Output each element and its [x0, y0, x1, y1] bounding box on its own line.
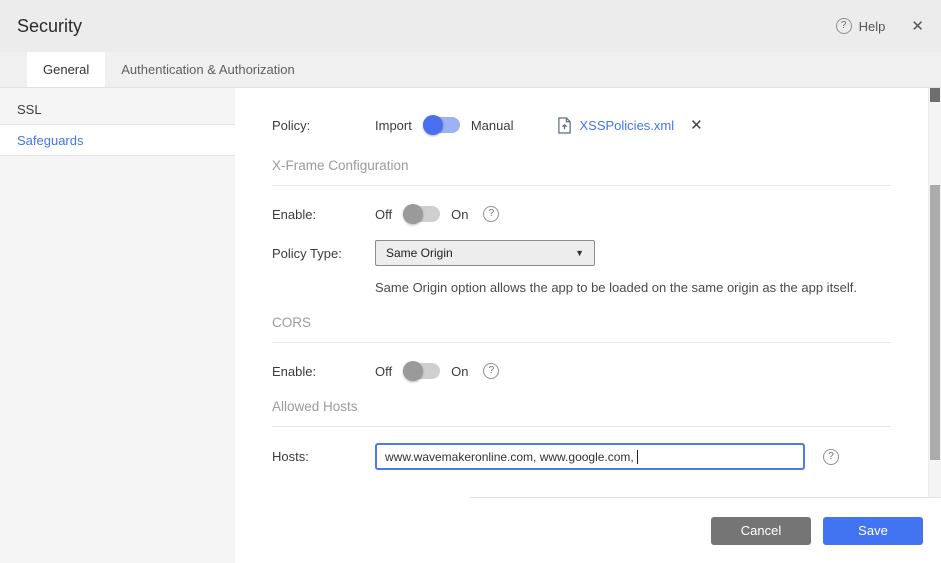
policy-type-row: Policy Type: Same Origin ▼: [272, 240, 891, 266]
policy-mode-toggle-group: Import Manual: [375, 115, 514, 135]
off-label: Off: [375, 363, 393, 379]
save-button[interactable]: Save: [823, 516, 923, 545]
xframe-enable-label: Enable:: [272, 206, 317, 222]
cors-enable-toggle-group: Off On: [375, 361, 469, 381]
xframe-enable-toggle[interactable]: [403, 204, 441, 224]
xframe-enable-row: Enable: Off On ?: [272, 204, 891, 224]
tab-general[interactable]: General: [27, 52, 106, 87]
manual-label: Manual: [470, 117, 514, 133]
on-label: On: [451, 363, 469, 379]
hosts-input[interactable]: www.wavemakeronline.com, www.google.com,: [375, 443, 805, 470]
policy-file-chip: XSSPolicies.xml ✕: [557, 116, 703, 134]
title-bar: Security ? Help ✕: [0, 0, 941, 52]
sidebar: SSL Safeguards: [0, 88, 235, 563]
import-label: Import: [375, 117, 412, 133]
policy-mode-toggle[interactable]: [422, 115, 460, 135]
close-icon[interactable]: ✕: [911, 17, 924, 35]
scrollbar-thumb[interactable]: [930, 88, 940, 102]
policy-type-select[interactable]: Same Origin ▼: [375, 240, 595, 266]
xml-file-icon: [557, 116, 572, 134]
hosts-row: Hosts: www.wavemakeronline.com, www.goog…: [272, 443, 891, 470]
dialog-body: SSL Safeguards Policy: Import Manual XSS…: [0, 88, 941, 563]
off-label: Off: [375, 206, 393, 222]
help-circle-icon: ?: [835, 18, 852, 34]
cors-section-title: CORS: [272, 315, 312, 330]
scroll-content: Policy: Import Manual XSSPolicies.xml ✕ …: [235, 88, 928, 497]
allowed-hosts-section-title: Allowed Hosts: [272, 399, 358, 414]
hosts-help-icon[interactable]: ?: [823, 448, 839, 465]
remove-file-icon[interactable]: ✕: [690, 116, 703, 134]
sidebar-item-ssl[interactable]: SSL: [0, 94, 235, 124]
policy-row: Policy: Import Manual XSSPolicies.xml ✕: [272, 115, 891, 135]
toggle-knob: [403, 361, 424, 381]
section-divider: [272, 185, 891, 186]
cors-enable-toggle[interactable]: [403, 361, 441, 381]
hosts-label: Hosts:: [272, 449, 309, 464]
text-cursor: [637, 449, 639, 464]
section-divider: [272, 426, 891, 427]
xframe-section-title: X-Frame Configuration: [272, 158, 409, 173]
dialog-footer: Cancel Save: [470, 497, 941, 563]
policy-type-description: Same Origin option allows the app to be …: [375, 280, 858, 295]
policy-label: Policy:: [272, 117, 311, 133]
main-panel: Policy: Import Manual XSSPolicies.xml ✕ …: [235, 88, 941, 563]
toggle-knob: [403, 204, 424, 224]
hosts-input-value: www.wavemakeronline.com, www.google.com,: [385, 449, 638, 464]
help-label: Help: [858, 18, 886, 34]
cors-enable-row: Enable: Off On ?: [272, 361, 891, 381]
on-label: On: [451, 206, 469, 222]
cors-enable-label: Enable:: [272, 363, 317, 379]
policy-file-link[interactable]: XSSPolicies.xml: [579, 118, 674, 133]
tab-authentication-authorization[interactable]: Authentication & Authorization: [105, 52, 310, 87]
vertical-scrollbar[interactable]: [928, 88, 941, 497]
chevron-down-icon: ▼: [575, 248, 584, 258]
titlebar-actions: ? Help ✕: [835, 17, 924, 35]
tab-bar: General Authentication & Authorization: [0, 52, 941, 88]
toggle-knob: [422, 115, 443, 135]
cancel-button[interactable]: Cancel: [711, 516, 811, 545]
cors-enable-help-icon[interactable]: ?: [483, 363, 500, 379]
xframe-enable-toggle-group: Off On: [375, 204, 469, 224]
scrollbar-thumb[interactable]: [930, 185, 940, 460]
xframe-enable-help-icon[interactable]: ?: [483, 206, 500, 222]
help-button[interactable]: ? Help: [835, 18, 886, 34]
policy-type-label: Policy Type:: [272, 245, 342, 261]
section-divider: [272, 342, 891, 343]
security-dialog: Security ? Help ✕ General Authentication…: [0, 0, 941, 563]
page-title: Security: [17, 15, 83, 36]
sidebar-item-safeguards[interactable]: Safeguards: [0, 124, 235, 156]
policy-type-selected-value: Same Origin: [386, 246, 453, 260]
